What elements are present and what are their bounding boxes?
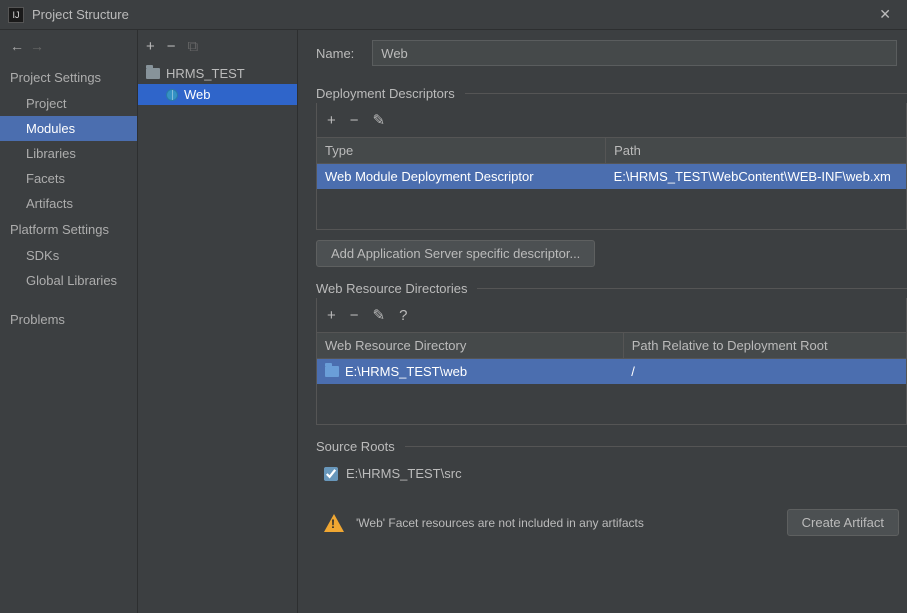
project-settings-header: Project Settings (0, 64, 137, 91)
divider (477, 288, 907, 289)
source-root-label: E:\HRMS_TEST\src (346, 466, 462, 481)
tree-add-icon[interactable]: + (146, 38, 155, 55)
nav-libraries[interactable]: Libraries (0, 141, 137, 166)
webres-col-rel[interactable]: Path Relative to Deployment Root (623, 333, 906, 359)
webres-row-rel: / (623, 359, 906, 385)
nav-sdks[interactable]: SDKs (0, 243, 137, 268)
divider (465, 93, 907, 94)
deploy-edit-icon[interactable] (373, 111, 386, 129)
tree-facet-label: Web (184, 87, 211, 102)
source-root-checkbox[interactable] (324, 467, 338, 481)
deploy-col-path[interactable]: Path (606, 138, 906, 164)
close-icon[interactable]: ✕ (871, 2, 899, 27)
tree-module-label: HRMS_TEST (166, 66, 245, 81)
webres-edit-icon[interactable] (373, 306, 386, 324)
webres-table: Web Resource Directory Path Relative to … (317, 332, 906, 424)
nav-artifacts[interactable]: Artifacts (0, 191, 137, 216)
deploy-table: Type Path Web Module Deployment Descript… (317, 137, 906, 229)
window-title: Project Structure (32, 7, 871, 22)
tree-toolbar: + − ⧉ (138, 36, 297, 63)
webres-row[interactable]: E:\HRMS_TEST\web / (317, 359, 906, 385)
content-panel: Name: Deployment Descriptors + − Type Pa… (298, 30, 907, 613)
divider (405, 446, 907, 447)
webres-row-dir-label: E:\HRMS_TEST\web (345, 364, 467, 379)
deploy-title: Deployment Descriptors (316, 86, 455, 101)
nav-global-libraries[interactable]: Global Libraries (0, 268, 137, 293)
tree-copy-icon[interactable]: ⧉ (188, 38, 199, 55)
platform-settings-header: Platform Settings (0, 216, 137, 243)
webres-remove-icon[interactable]: − (350, 307, 359, 324)
source-root-row[interactable]: E:\HRMS_TEST\src (324, 466, 899, 481)
titlebar: IJ Project Structure ✕ (0, 0, 907, 30)
nav-project[interactable]: Project (0, 91, 137, 116)
deploy-row[interactable]: Web Module Deployment Descriptor E:\HRMS… (317, 164, 906, 190)
nav-problems[interactable]: Problems (0, 307, 137, 332)
create-artifact-button[interactable]: Create Artifact (787, 509, 899, 536)
deploy-remove-icon[interactable]: − (350, 112, 359, 129)
webres-help-icon[interactable] (399, 307, 407, 324)
warning-icon (324, 514, 344, 532)
module-tree: + − ⧉ HRMS_TEST Web (138, 30, 298, 613)
nav-facets[interactable]: Facets (0, 166, 137, 191)
webres-title: Web Resource Directories (316, 281, 467, 296)
src-title: Source Roots (316, 439, 395, 454)
tree-remove-icon[interactable]: − (167, 38, 176, 55)
deploy-add-icon[interactable]: + (327, 112, 336, 129)
left-nav: ← → Project Settings Project Modules Lib… (0, 30, 138, 613)
name-input[interactable] (372, 40, 897, 66)
nav-modules[interactable]: Modules (0, 116, 137, 141)
webres-add-icon[interactable]: + (327, 307, 336, 324)
nav-back-icon[interactable]: ← (10, 38, 24, 54)
deploy-row-path: E:\HRMS_TEST\WebContent\WEB-INF\web.xm (606, 164, 906, 190)
webres-col-dir[interactable]: Web Resource Directory (317, 333, 623, 359)
folder-icon (325, 366, 339, 377)
deploy-row-type: Web Module Deployment Descriptor (317, 164, 606, 190)
tree-facet-node[interactable]: Web (138, 84, 297, 105)
tree-module-node[interactable]: HRMS_TEST (138, 63, 297, 84)
nav-forward-icon[interactable]: → (30, 38, 44, 54)
folder-icon (146, 68, 160, 79)
webres-row-dir: E:\HRMS_TEST\web (317, 359, 623, 385)
web-globe-icon (166, 89, 178, 101)
warning-message: 'Web' Facet resources are not included i… (356, 516, 775, 530)
name-label: Name: (316, 46, 354, 61)
deploy-col-type[interactable]: Type (317, 138, 606, 164)
add-descriptor-button[interactable]: Add Application Server specific descript… (316, 240, 595, 267)
app-icon: IJ (8, 7, 24, 23)
